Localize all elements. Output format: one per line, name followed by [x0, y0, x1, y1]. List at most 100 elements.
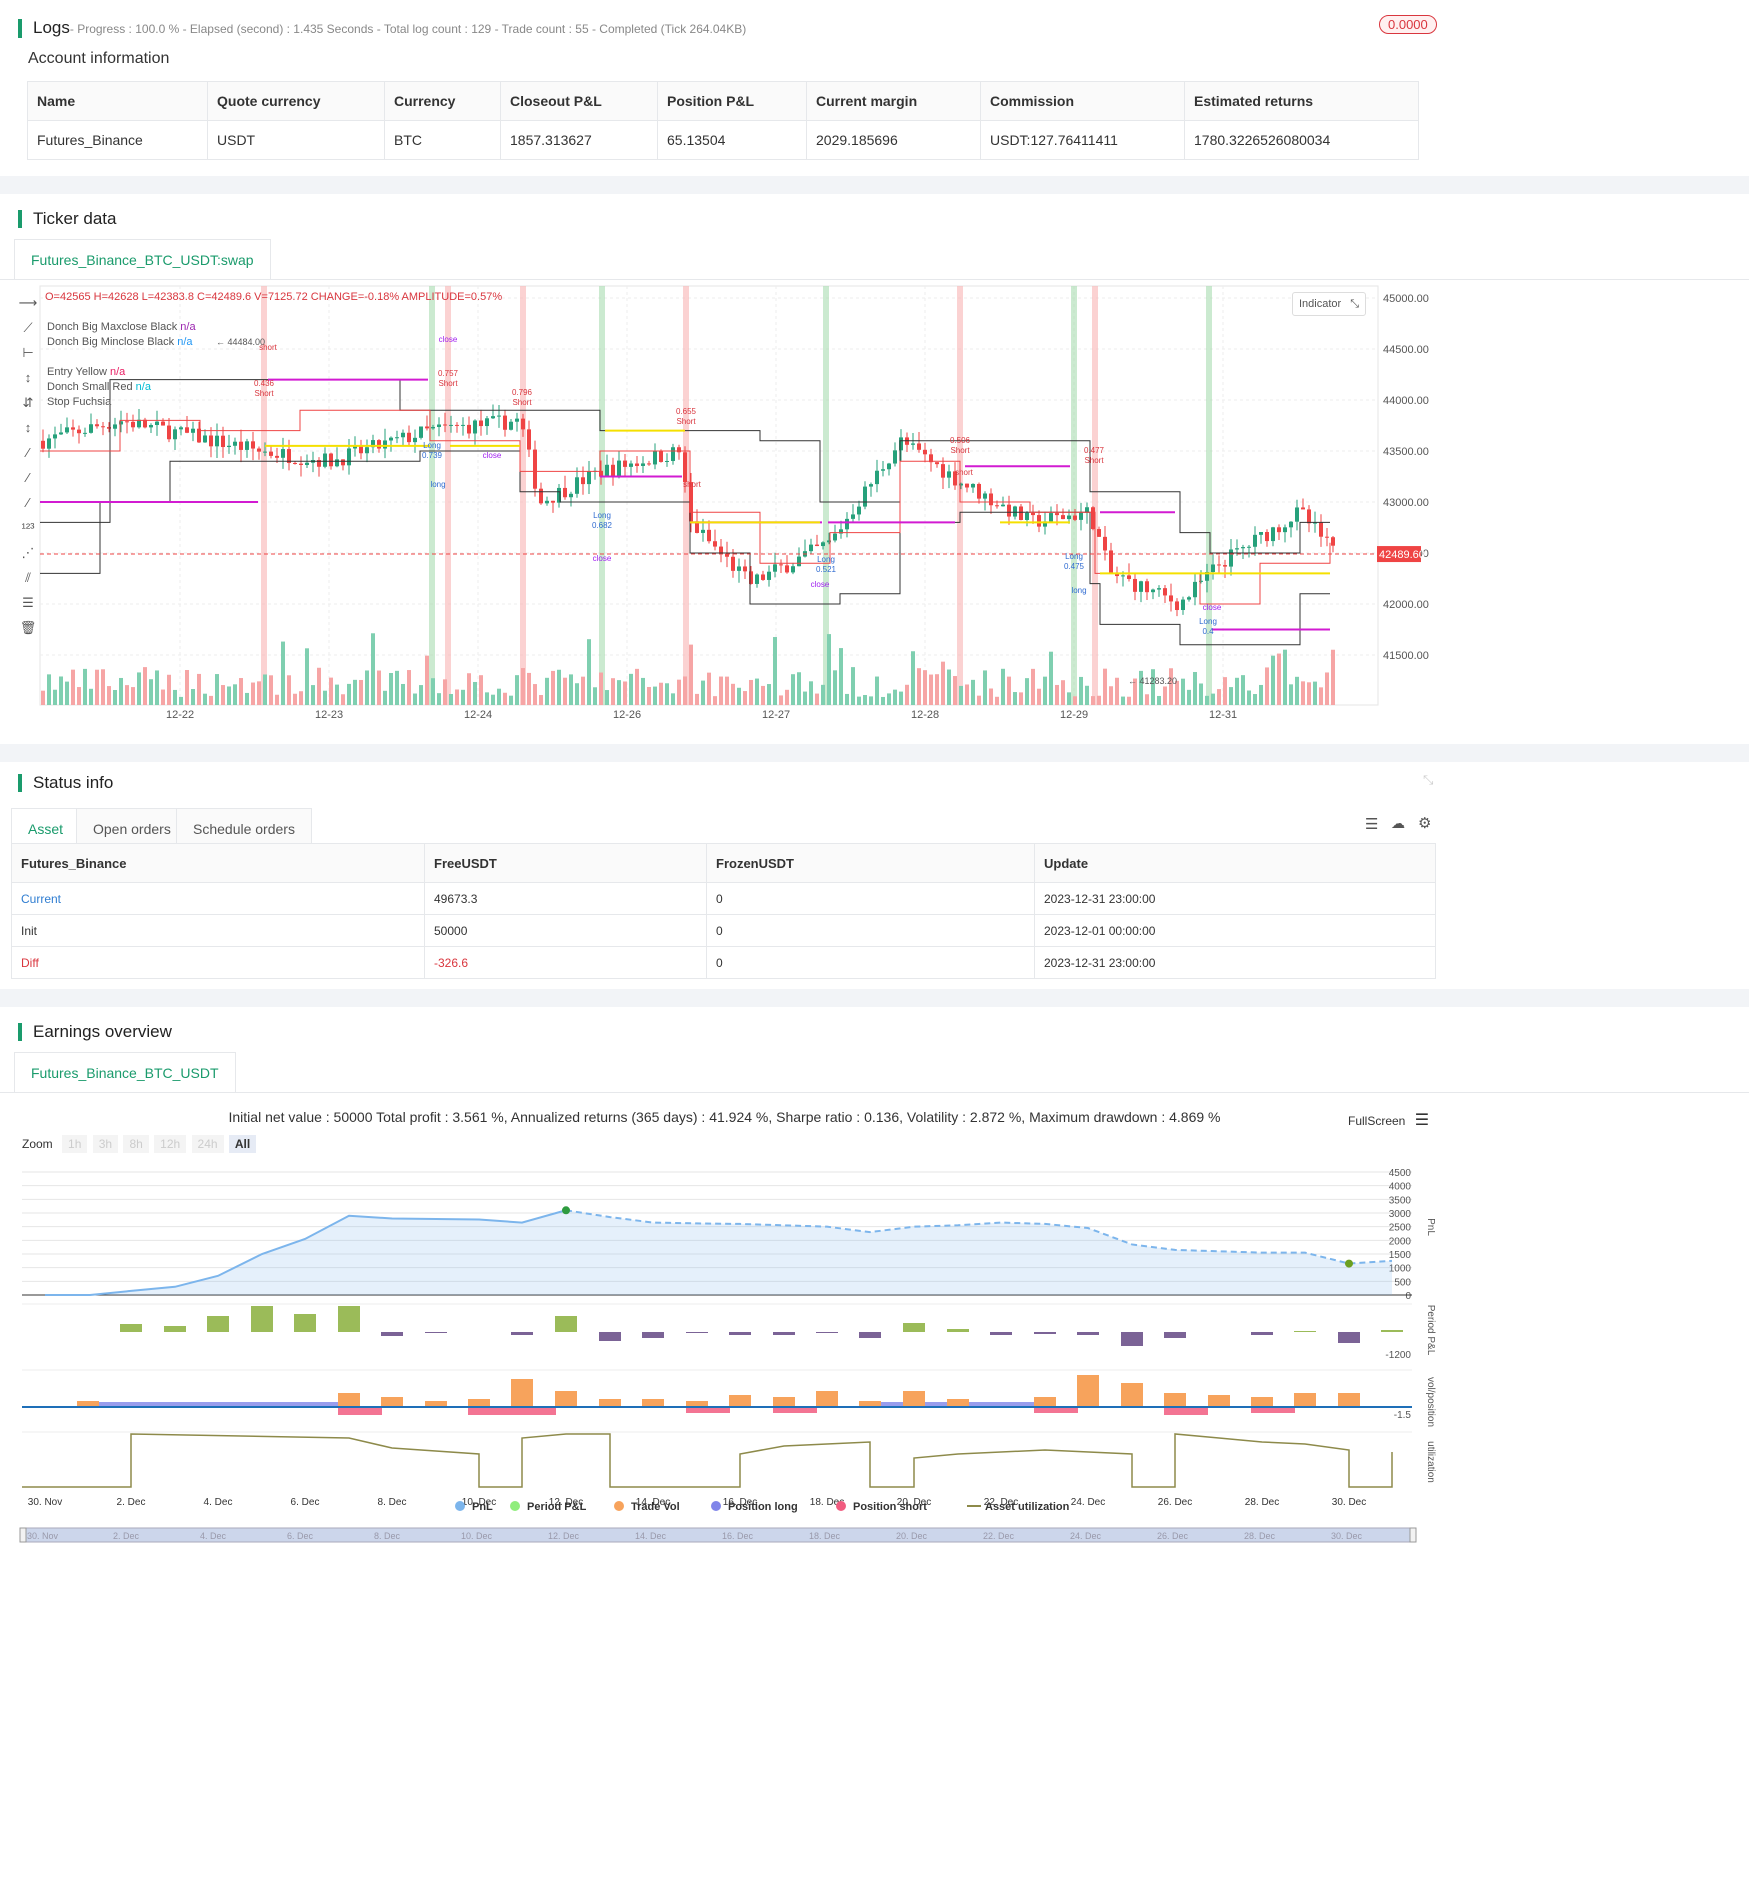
- side-axis-title: utilization: [1425, 1441, 1436, 1483]
- volume-bar: [1103, 668, 1107, 705]
- account-header: Quote currency: [207, 81, 385, 121]
- volume-bar: [767, 684, 771, 705]
- fullscreen-button[interactable]: FullScreen ☰: [1348, 1110, 1429, 1130]
- long-signal-band: [599, 286, 605, 705]
- account-header-row: Name Quote currency Currency Closeout P&…: [27, 81, 1419, 121]
- navigator-handle-right: [1409, 1527, 1417, 1543]
- period-pnl-bar: [903, 1323, 925, 1332]
- asset-cell-diff: -326.6: [424, 946, 707, 979]
- price-tick-label: 45000.00: [1383, 293, 1429, 305]
- candle-body: [755, 574, 759, 584]
- tab-earnings-symbol[interactable]: Futures_Binance_BTC_USDT: [14, 1052, 236, 1092]
- candle-body: [497, 415, 501, 417]
- table-row: Diff -326.6 0 2023-12-31 23:00:00: [11, 946, 1436, 979]
- candle-body: [365, 447, 369, 454]
- legend-swatch: [614, 1501, 624, 1511]
- volume-bar: [929, 674, 933, 705]
- time-tick-label: 12-26: [613, 709, 641, 721]
- earnings-chart[interactable]: 4500 4000 3500 3000 2500 2000 1500 1000 500 0 -120…: [0, 1152, 1749, 1892]
- volume-bar: [533, 684, 537, 705]
- candle-body: [281, 449, 285, 458]
- candle-body: [1133, 578, 1137, 592]
- candle-body: [245, 441, 249, 450]
- candle-body: [1223, 565, 1227, 567]
- candle-body: [149, 425, 153, 428]
- volume-bar: [677, 679, 681, 705]
- candle-body: [1031, 512, 1035, 516]
- asset-cell: 2023-12-01 00:00:00: [1034, 914, 1436, 947]
- candle-body: [401, 432, 405, 438]
- volume-bar: [629, 673, 633, 705]
- legend-label: Position short: [853, 1501, 927, 1513]
- status-gear-icon[interactable]: ⚙: [1418, 814, 1431, 832]
- candle-body: [893, 450, 897, 464]
- period-pnl-bar: [1294, 1331, 1316, 1332]
- status-list-icon[interactable]: ☰: [1365, 815, 1378, 833]
- tab-open-orders[interactable]: Open orders: [76, 808, 188, 848]
- account-header: Estimated returns: [1184, 81, 1419, 121]
- candle-body: [983, 493, 987, 499]
- legend-label: Entry Yellow: [47, 366, 107, 378]
- zoom-option-12h[interactable]: 12h: [154, 1135, 187, 1153]
- status-cloud-icon[interactable]: ☁: [1391, 815, 1405, 832]
- period-pnl-bar: [773, 1332, 795, 1335]
- asset-cell: 50000: [424, 914, 707, 947]
- volume-bar: [1283, 649, 1287, 705]
- position-short-bar: [1164, 1407, 1208, 1415]
- volume-bar: [353, 679, 357, 705]
- candlestick-chart[interactable]: 45000.00 44500.00 44000.00 43500.00 43000.00…: [0, 280, 1749, 730]
- volume-bar: [1289, 684, 1293, 705]
- candle-body: [161, 421, 165, 426]
- pnl-tick-label: 4000: [1389, 1182, 1412, 1193]
- volume-bar: [377, 670, 381, 705]
- account-header: Closeout P&L: [500, 81, 658, 121]
- date-tick-label: 6. Dec: [291, 1497, 320, 1508]
- candle-body: [185, 427, 189, 433]
- zoom-option-8h[interactable]: 8h: [123, 1135, 149, 1153]
- side-axis-title: PnL: [1425, 1218, 1436, 1236]
- tab-ticker-symbol[interactable]: Futures_Binance_BTC_USDT:swap: [14, 239, 271, 279]
- logs-title-text: Logs: [33, 18, 70, 37]
- indicator-button[interactable]: Indicator ⤡: [1292, 292, 1367, 316]
- time-tick-label: 12-31: [1209, 709, 1237, 721]
- legend-donch-big-min: Donch Big Minclose Black n/a: [47, 335, 196, 350]
- zoom-option-all[interactable]: All: [228, 1135, 257, 1153]
- candle-body: [1175, 601, 1179, 611]
- volume-bar: [71, 669, 75, 705]
- low-label: ← 41283.20: [1128, 676, 1177, 686]
- zoom-option-3h[interactable]: 3h: [92, 1135, 119, 1153]
- tab-asset[interactable]: Asset: [11, 808, 81, 848]
- volume-bar: [701, 680, 705, 705]
- zoom-option-24h[interactable]: 24h: [191, 1135, 224, 1153]
- expand-icon[interactable]: ⤡: [1350, 298, 1359, 310]
- candle-body: [263, 451, 267, 453]
- navigator-tick-label: 14. Dec: [635, 1531, 667, 1541]
- candle-body: [1229, 549, 1233, 567]
- candle-body: [611, 464, 615, 476]
- navigator-tick-label: 20. Dec: [896, 1531, 928, 1541]
- volume-bar: [347, 683, 351, 705]
- volume-bar: [1049, 651, 1053, 705]
- navigator-handle-left: [19, 1527, 27, 1543]
- volume-bar: [227, 686, 231, 705]
- zoom-option-1h[interactable]: 1h: [62, 1135, 88, 1153]
- volume-bar: [947, 669, 951, 705]
- candle-body: [1121, 575, 1125, 577]
- candle-body: [851, 514, 855, 519]
- status-expand-icon[interactable]: ⤡: [1423, 772, 1433, 788]
- volume-bar: [779, 695, 783, 705]
- volume-bar: [1037, 688, 1041, 705]
- date-tick-label: 30. Nov: [28, 1497, 62, 1508]
- candle-body: [1139, 581, 1143, 592]
- pnl-tick-label: 2500: [1389, 1223, 1412, 1234]
- volume-bar: [473, 681, 477, 705]
- legend-label: Donch Small Red: [47, 381, 133, 393]
- tab-schedule-orders[interactable]: Schedule orders: [176, 808, 312, 848]
- long-signal-band: [1071, 286, 1077, 705]
- position-short-bar: [512, 1407, 556, 1415]
- vol-tick-label: -1.5: [1394, 1410, 1412, 1421]
- candle-body: [1193, 581, 1197, 598]
- menu-icon[interactable]: ☰: [1415, 1112, 1429, 1129]
- table-row: Current 49673.3 0 2023-12-31 23:00:00: [11, 882, 1436, 915]
- candle-body: [419, 426, 423, 438]
